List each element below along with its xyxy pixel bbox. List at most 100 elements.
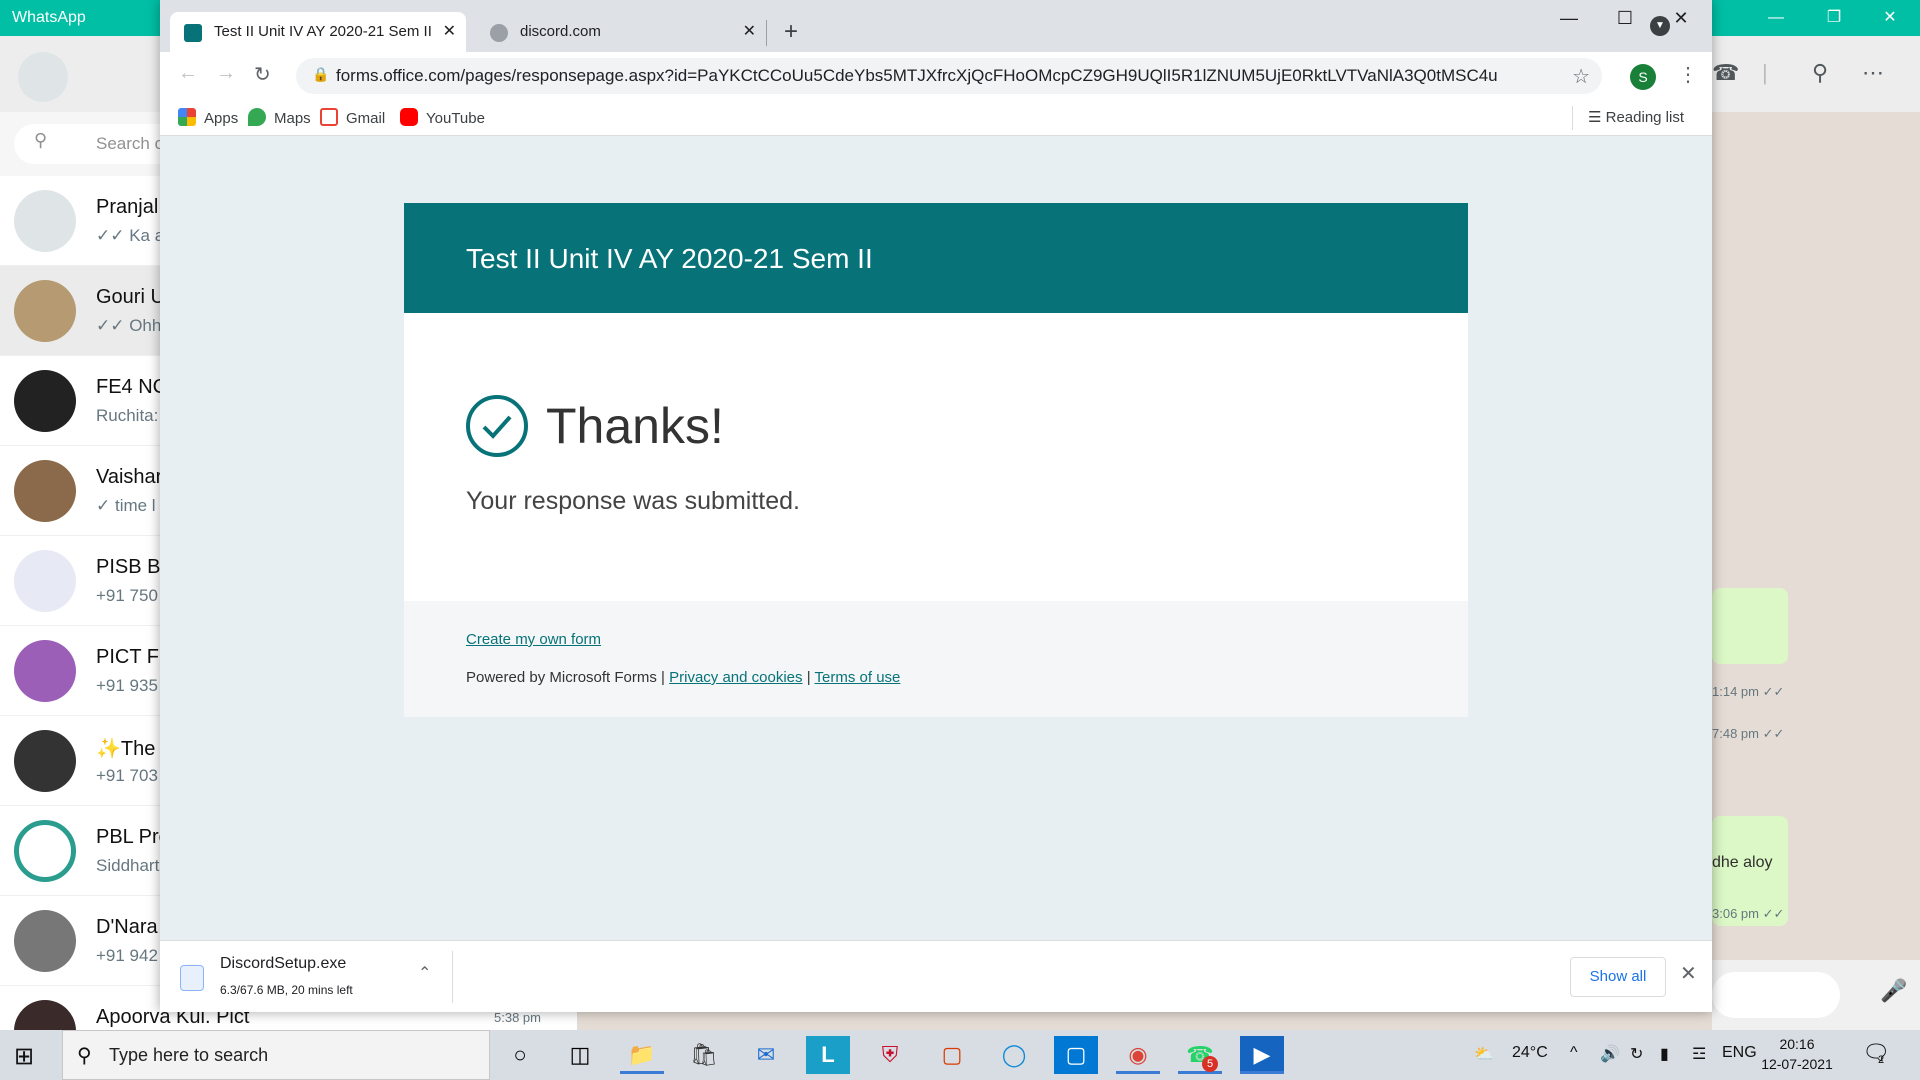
app-l-icon[interactable]: L xyxy=(806,1036,850,1074)
phone-icon[interactable]: ☎ xyxy=(1712,60,1739,86)
clock-date: 12-07-2021 xyxy=(1761,1056,1833,1072)
volume-icon[interactable]: 🔊 xyxy=(1600,1044,1620,1064)
media-player-icon[interactable]: ▶ xyxy=(1240,1036,1284,1074)
mail-icon[interactable]: ✉ xyxy=(744,1036,788,1074)
windows-start-icon[interactable]: ⊞ xyxy=(14,1042,34,1071)
sync-icon[interactable]: ↻ xyxy=(1630,1044,1643,1064)
wifi-icon[interactable]: ☲ xyxy=(1692,1044,1706,1064)
chat-time: 5:38 pm xyxy=(494,1010,541,1025)
conversation-header: ☎ | ⚲ ⋯ xyxy=(1712,36,1920,112)
bookmark-youtube[interactable]: YouTube xyxy=(400,108,485,127)
download-divider xyxy=(452,951,453,1003)
close-tab-icon[interactable]: ✕ xyxy=(443,12,456,52)
tab-title: Test II Unit IV AY 2020-21 Sem II xyxy=(214,23,432,40)
office-icon[interactable]: ▢ xyxy=(930,1036,974,1074)
address-bar[interactable]: 🔒 forms.office.com/pages/responsepage.as… xyxy=(296,58,1602,94)
search-input[interactable]: Type here to search xyxy=(109,1045,268,1066)
message-input[interactable] xyxy=(1712,972,1840,1018)
search-input[interactable]: Search c xyxy=(96,134,163,154)
thanks-heading: Thanks! xyxy=(546,398,724,454)
task-view-icon[interactable]: ◫ xyxy=(558,1036,602,1074)
header-divider: | xyxy=(1762,60,1768,85)
file-explorer-icon[interactable]: 📁 xyxy=(620,1036,664,1074)
forward-button[interactable]: → xyxy=(216,62,236,85)
download-filename[interactable]: DiscordSetup.exe xyxy=(220,955,346,973)
close-icon[interactable]: ✕ xyxy=(1680,961,1697,986)
chat-preview: Ruchita: xyxy=(96,406,159,425)
bookmark-star-icon[interactable]: ☆ xyxy=(1572,64,1590,89)
bookmarks-bar: Apps Maps Gmail YouTube ☰ Reading list xyxy=(160,100,1712,136)
reading-list-button[interactable]: ☰ Reading list xyxy=(1588,108,1684,126)
microphone-icon[interactable]: 🎤 xyxy=(1880,978,1907,1004)
close-window-button[interactable]: ✕ xyxy=(1658,8,1704,38)
chat-preview: +91 942 xyxy=(96,946,158,965)
message-timestamp: 7:48 pm ✓✓ xyxy=(1712,726,1785,741)
lock-icon: 🔒 xyxy=(312,66,330,82)
wa-restore-button[interactable]: ❐ xyxy=(1806,0,1862,36)
maximize-button[interactable]: ☐ xyxy=(1602,8,1648,38)
battery-icon[interactable]: ▮ xyxy=(1660,1044,1669,1064)
bookmark-gmail[interactable]: Gmail xyxy=(320,108,385,127)
show-all-button[interactable]: Show all xyxy=(1570,957,1666,997)
chrome-window: Test II Unit IV AY 2020-21 Sem II ✕ disc… xyxy=(160,0,1712,1012)
maps-pin-icon xyxy=(248,108,266,126)
notification-icon[interactable]: 🗨 2 xyxy=(1862,1040,1890,1066)
weather-icon[interactable]: ⛅ xyxy=(1474,1044,1494,1064)
chat-name: PBL Pro xyxy=(96,826,170,848)
bookmark-maps[interactable]: Maps xyxy=(248,108,311,127)
new-tab-button[interactable]: + xyxy=(784,12,798,52)
apps-grid-icon xyxy=(178,108,196,126)
search-icon[interactable]: ⚲ xyxy=(1812,60,1828,86)
avatar xyxy=(14,640,76,702)
download-bar: DiscordSetup.exe 6.3/67.6 MB, 20 mins le… xyxy=(160,940,1712,1012)
footer-separator: | xyxy=(806,669,811,686)
browser-menu-icon[interactable]: ⋮ xyxy=(1678,62,1698,87)
back-button[interactable]: ← xyxy=(178,62,198,85)
chat-name: PISB B xyxy=(96,556,161,578)
avatar xyxy=(14,460,76,522)
wa-close-button[interactable]: ✕ xyxy=(1862,0,1918,36)
avatar[interactable] xyxy=(18,52,68,102)
wa-minimize-button[interactable]: — xyxy=(1748,0,1804,36)
avatar xyxy=(14,280,76,342)
weather-temp[interactable]: 24°C xyxy=(1512,1044,1548,1062)
taskbar-search[interactable]: ⚲ Type here to search xyxy=(62,1030,490,1080)
close-tab-icon[interactable]: ✕ xyxy=(743,12,756,52)
reload-button[interactable]: ↻ xyxy=(254,62,271,87)
minimize-button[interactable]: — xyxy=(1546,8,1592,38)
chat-name: FE4 NC xyxy=(96,376,168,398)
form-header: Test II Unit IV AY 2020-21 Sem II xyxy=(404,203,1468,313)
form-title: Test II Unit IV AY 2020-21 Sem II xyxy=(466,243,873,274)
chat-name: D'Nara xyxy=(96,916,158,938)
unread-badge: 5 xyxy=(1202,1056,1218,1072)
whatsapp-icon[interactable]: ☎ 5 xyxy=(1178,1036,1222,1074)
chrome-icon[interactable]: ◉ xyxy=(1116,1036,1160,1074)
page-viewport: Test II Unit IV AY 2020-21 Sem II Thanks… xyxy=(160,137,1712,940)
reading-list-label: Reading list xyxy=(1605,109,1685,126)
clock[interactable]: 20:16 12-07-2021 xyxy=(1752,1034,1842,1074)
create-form-link[interactable]: Create my own form xyxy=(466,631,601,648)
youtube-icon xyxy=(400,108,418,126)
chat-preview: ✓✓ Ohhk xyxy=(96,316,170,335)
avatar xyxy=(14,190,76,252)
tab-discord[interactable]: discord.com ✕ xyxy=(476,12,766,52)
taskbar: ⊞ ⚲ Type here to search ○ ◫ 📁 🛍 ✉ L ⛨ ▢ … xyxy=(0,1030,1920,1080)
chevron-up-icon[interactable]: ⌃ xyxy=(418,963,431,983)
terms-link[interactable]: Terms of use xyxy=(815,669,901,686)
menu-icon[interactable]: ⋯ xyxy=(1862,60,1884,86)
edge-icon[interactable]: ◯ xyxy=(992,1036,1036,1074)
chat-name: Vaishar xyxy=(96,466,163,488)
bookmark-apps[interactable]: Apps xyxy=(178,108,238,127)
minimize-button[interactable] xyxy=(1704,8,1750,38)
cortana-icon[interactable]: ○ xyxy=(498,1036,542,1074)
image-message[interactable] xyxy=(1712,588,1788,664)
app-blue-icon[interactable]: ▢ xyxy=(1054,1036,1098,1074)
mcafee-icon[interactable]: ⛨ xyxy=(868,1036,912,1074)
profile-avatar[interactable]: S xyxy=(1630,64,1656,90)
message-timestamp: 1:14 pm ✓✓ xyxy=(1712,684,1785,699)
privacy-link[interactable]: Privacy and cookies xyxy=(669,669,802,686)
store-icon[interactable]: 🛍 xyxy=(682,1036,726,1074)
chat-preview: Siddhart xyxy=(96,856,160,875)
chevron-up-icon[interactable]: ^ xyxy=(1570,1044,1578,1062)
message-timestamp: 3:06 pm ✓✓ xyxy=(1712,906,1785,921)
